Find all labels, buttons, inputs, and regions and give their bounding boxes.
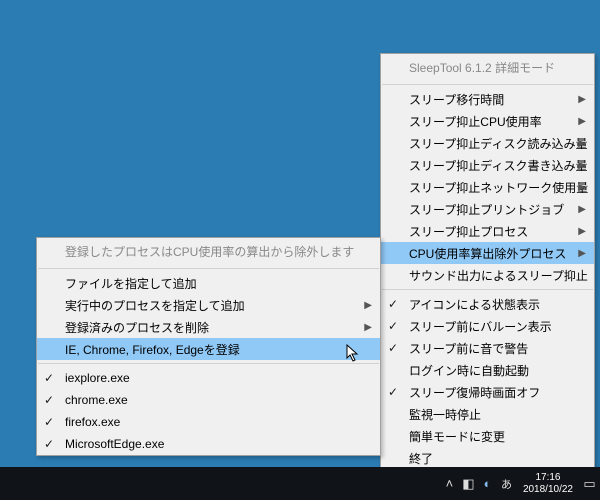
menu-item-label: スリープ抑止プリントジョブ [409, 201, 564, 218]
chevron-right-icon: ▶ [578, 248, 586, 259]
system-tray: ˄ ◧ ◐ あ 17:16 2018/10/22 ▭ [441, 472, 600, 496]
menu-item-label: CPU使用率算出除外プロセス [409, 245, 566, 262]
chevron-right-icon: ▶ [578, 138, 586, 149]
sub-menu-item-2[interactable]: 登録済みのプロセスを削除 ▶ [37, 316, 380, 338]
tray-ime-icon[interactable]: あ [498, 475, 515, 492]
menu-item-label: IE, Chrome, Firefox, Edgeを登録 [65, 341, 240, 358]
menu-item-label: firefox.exe [65, 415, 120, 429]
main-menu-item-13[interactable]: ログイン時に自動起動 [381, 359, 594, 381]
menu-separator [38, 268, 379, 269]
sub-menu-item-3[interactable]: IE, Chrome, Firefox, Edgeを登録 [37, 338, 380, 360]
main-menu-item-6[interactable]: スリープ抑止プロセス ▶ [381, 220, 594, 242]
menu-item-label: スリープ抑止CPU使用率 [409, 113, 542, 130]
menu-item-label: アイコンによる状態表示 [409, 296, 540, 313]
menu-item-label: スリープ復帰時画面オフ [409, 384, 540, 401]
tray-people-icon[interactable]: ◧ [460, 475, 477, 492]
check-icon: ✓ [44, 393, 54, 407]
main-menu-item-15[interactable]: 監視一時停止 [381, 403, 594, 425]
sub-menu-item-7[interactable]: ✓ firefox.exe [37, 411, 380, 433]
main-menu-item-11[interactable]: ✓ スリープ前にバルーン表示 [381, 315, 594, 337]
menu-item-label: スリープ抑止ディスク読み込み量 [409, 135, 587, 152]
main-menu-item-5[interactable]: スリープ抑止プリントジョブ ▶ [381, 198, 594, 220]
check-icon: ✓ [44, 415, 54, 429]
chevron-right-icon: ▶ [578, 226, 586, 237]
tray-chevron-icon[interactable]: ˄ [441, 475, 458, 492]
main-menu-item-12[interactable]: ✓ スリープ前に音で警告 [381, 337, 594, 359]
clock-time: 17:16 [523, 472, 573, 484]
chevron-right-icon: ▶ [578, 160, 586, 171]
main-menu-item-17[interactable]: 終了 [381, 447, 594, 469]
sub-menu-item-8[interactable]: ✓ MicrosoftEdge.exe [37, 433, 380, 455]
menu-item-label: 監視一時停止 [409, 406, 481, 423]
sub-menu-item-0[interactable]: ファイルを指定して追加 [37, 272, 380, 294]
sub-menu-item-5[interactable]: ✓ iexplore.exe [37, 367, 380, 389]
main-menu-item-14[interactable]: ✓ スリープ復帰時画面オフ [381, 381, 594, 403]
tray-notifications-icon[interactable]: ▭ [581, 475, 598, 492]
menu-item-label: 簡単モードに変更 [409, 428, 505, 445]
menu-item-label: スリープ前にバルーン表示 [409, 318, 552, 335]
sub-menu-item-6[interactable]: ✓ chrome.exe [37, 389, 380, 411]
menu-item-label: chrome.exe [65, 393, 128, 407]
main-menu-item-16[interactable]: 簡単モードに変更 [381, 425, 594, 447]
taskbar-clock[interactable]: 17:16 2018/10/22 [517, 472, 579, 496]
menu-separator [38, 363, 379, 364]
main-menu-item-4[interactable]: スリープ抑止ネットワーク使用量▶ [381, 176, 594, 198]
menu-title: SleepTool 6.1.2 詳細モード [381, 54, 594, 81]
menu-item-label: 登録済みのプロセスを削除 [65, 319, 209, 336]
menu-item-label: iexplore.exe [65, 371, 130, 385]
menu-separator [382, 84, 593, 85]
check-icon: ✓ [44, 437, 54, 451]
check-icon: ✓ [388, 319, 398, 333]
menu-item-label: スリープ移行時間 [409, 91, 504, 108]
chevron-right-icon: ▶ [578, 182, 586, 193]
sub-menu-item-1[interactable]: 実行中のプロセスを指定して追加 ▶ [37, 294, 380, 316]
main-menu-item-2[interactable]: スリープ抑止ディスク読み込み量▶ [381, 132, 594, 154]
sub-context-menu: 登録したプロセスはCPU使用率の算出から除外します ファイルを指定して追加実行中… [36, 237, 381, 456]
main-menu-item-10[interactable]: ✓ アイコンによる状態表示 [381, 293, 594, 315]
clock-date: 2018/10/22 [523, 484, 573, 496]
main-menu-item-3[interactable]: スリープ抑止ディスク書き込み量▶ [381, 154, 594, 176]
main-menu-item-1[interactable]: スリープ抑止CPU使用率 ▶ [381, 110, 594, 132]
menu-item-label: MicrosoftEdge.exe [65, 437, 164, 451]
menu-item-label: 実行中のプロセスを指定して追加 [65, 297, 245, 314]
menu-item-label: ファイルを指定して追加 [65, 275, 197, 292]
tray-app-icon[interactable]: ◐ [479, 475, 496, 492]
menu-item-label: スリープ抑止ネットワーク使用量 [409, 179, 588, 196]
menu-item-label: ログイン時に自動起動 [409, 362, 529, 379]
menu-item-label: 終了 [409, 450, 433, 467]
menu-separator [382, 289, 593, 290]
menu-item-label: スリープ抑止プロセス [409, 223, 528, 240]
menu-item-label: サウンド出力によるスリープ抑止 [409, 267, 588, 284]
check-icon: ✓ [388, 385, 398, 399]
chevron-right-icon: ▶ [364, 300, 372, 311]
main-context-menu: SleepTool 6.1.2 詳細モード スリープ移行時間▶スリープ抑止CPU… [380, 53, 595, 470]
main-menu-item-8[interactable]: サウンド出力によるスリープ抑止 [381, 264, 594, 286]
taskbar: ˄ ◧ ◐ あ 17:16 2018/10/22 ▭ [0, 467, 600, 500]
chevron-right-icon: ▶ [578, 94, 586, 105]
chevron-right-icon: ▶ [578, 116, 586, 127]
check-icon: ✓ [44, 371, 54, 385]
check-icon: ✓ [388, 297, 398, 311]
main-menu-item-0[interactable]: スリープ移行時間 ▶ [381, 88, 594, 110]
check-icon: ✓ [388, 341, 398, 355]
submenu-title: 登録したプロセスはCPU使用率の算出から除外します [37, 238, 380, 265]
chevron-right-icon: ▶ [578, 204, 586, 215]
chevron-right-icon: ▶ [364, 322, 372, 333]
menu-item-label: スリープ前に音で警告 [409, 340, 528, 357]
main-menu-item-7[interactable]: CPU使用率算出除外プロセス ▶ [381, 242, 594, 264]
menu-item-label: スリープ抑止ディスク書き込み量 [409, 157, 587, 174]
